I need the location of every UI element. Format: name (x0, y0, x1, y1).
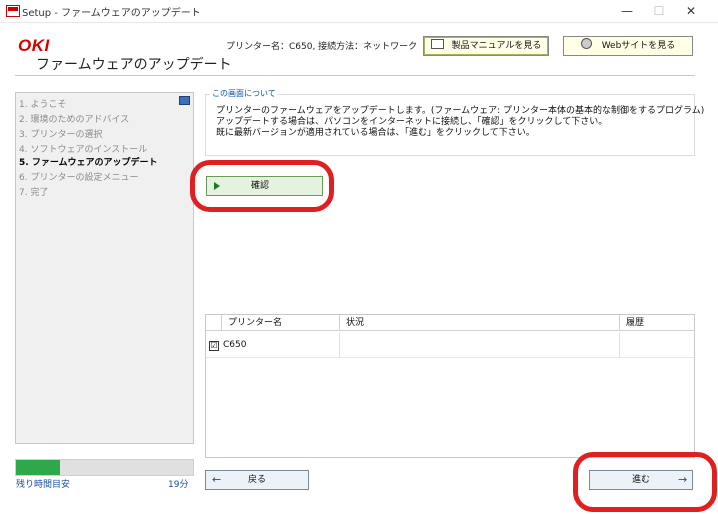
remaining-time-value: 19分 (168, 480, 189, 490)
table-row[interactable]: ☑ C650 (206, 332, 340, 358)
back-button-label: 戻る (248, 475, 267, 485)
close-button[interactable]: ✕ (676, 2, 706, 20)
table-header-name[interactable]: プリンター名 (222, 315, 340, 331)
title-bar: Setup - ファームウェアのアップデート — ☐ ✕ (0, 0, 718, 23)
window-title: Setup - ファームウェアのアップデート (22, 8, 201, 19)
maximize-button[interactable]: ☐ (644, 2, 674, 20)
oki-logo: OKI (18, 36, 50, 55)
step-item: 7. 完了 (19, 188, 49, 198)
manual-button-label: 製品マニュアルを見る (451, 41, 542, 51)
minimize-button[interactable]: — (612, 2, 642, 20)
step-item: 2. 環境のためのアドバイス (19, 115, 130, 125)
website-button-label: Webサイトを見る (601, 41, 676, 51)
arrow-left-icon: ← (212, 473, 222, 486)
progress-bar (15, 459, 194, 476)
play-icon (214, 182, 220, 190)
step-sidebar: 1. ようこそ 2. 環境のためのアドバイス 3. プリンターの選択 4. ソフ… (15, 92, 194, 444)
confirm-button-label: 確認 (251, 181, 270, 191)
printer-info: プリンター名：C650, 接続方法：ネットワーク (226, 42, 418, 52)
back-button[interactable]: ← 戻る (205, 470, 309, 490)
printer-table: プリンター名 状況 履歴 ☑ C650 (205, 314, 695, 458)
step-item: 4. ソフトウェアのインストール (19, 145, 148, 155)
step-item: 6. プリンターの設定メニュー (19, 173, 139, 183)
table-header-check (206, 315, 222, 331)
confirm-button[interactable]: 確認 (206, 176, 323, 196)
step-item-active: 5. ファームウェアのアップデート (19, 158, 158, 168)
printer-name-cell: C650 (223, 340, 247, 350)
app-icon (6, 5, 20, 17)
next-button-label: 進む (632, 475, 651, 485)
table-header-status[interactable]: 状況 (340, 315, 620, 331)
about-line: 既に最新バージョンが適用されている場合は、「進む」をクリックして下さい。 (216, 128, 535, 138)
about-group: この画面について プリンターのファームウェアをアップデートします。(ファームウェ… (205, 88, 704, 156)
progress-fill (16, 460, 61, 475)
step-item: 3. プリンターの選択 (19, 130, 103, 140)
about-legend: この画面について (210, 88, 278, 99)
row-checkbox[interactable]: ☑ (209, 341, 219, 351)
pin-icon[interactable] (179, 96, 190, 105)
globe-icon (580, 38, 592, 49)
step-item: 1. ようこそ (19, 100, 67, 110)
website-button[interactable]: Webサイトを見る (563, 36, 693, 56)
arrow-right-icon: → (678, 473, 688, 486)
book-icon (430, 39, 444, 49)
next-button[interactable]: 進む → (589, 470, 693, 490)
header-divider (15, 75, 695, 76)
table-header-history[interactable]: 履歴 (620, 315, 694, 331)
remaining-time-label: 残り時間目安 (16, 480, 71, 490)
page-title: ファームウェアのアップデート (36, 57, 232, 73)
history-cell (620, 332, 694, 358)
manual-button[interactable]: 製品マニュアルを見る (423, 36, 549, 56)
status-cell (340, 332, 620, 358)
